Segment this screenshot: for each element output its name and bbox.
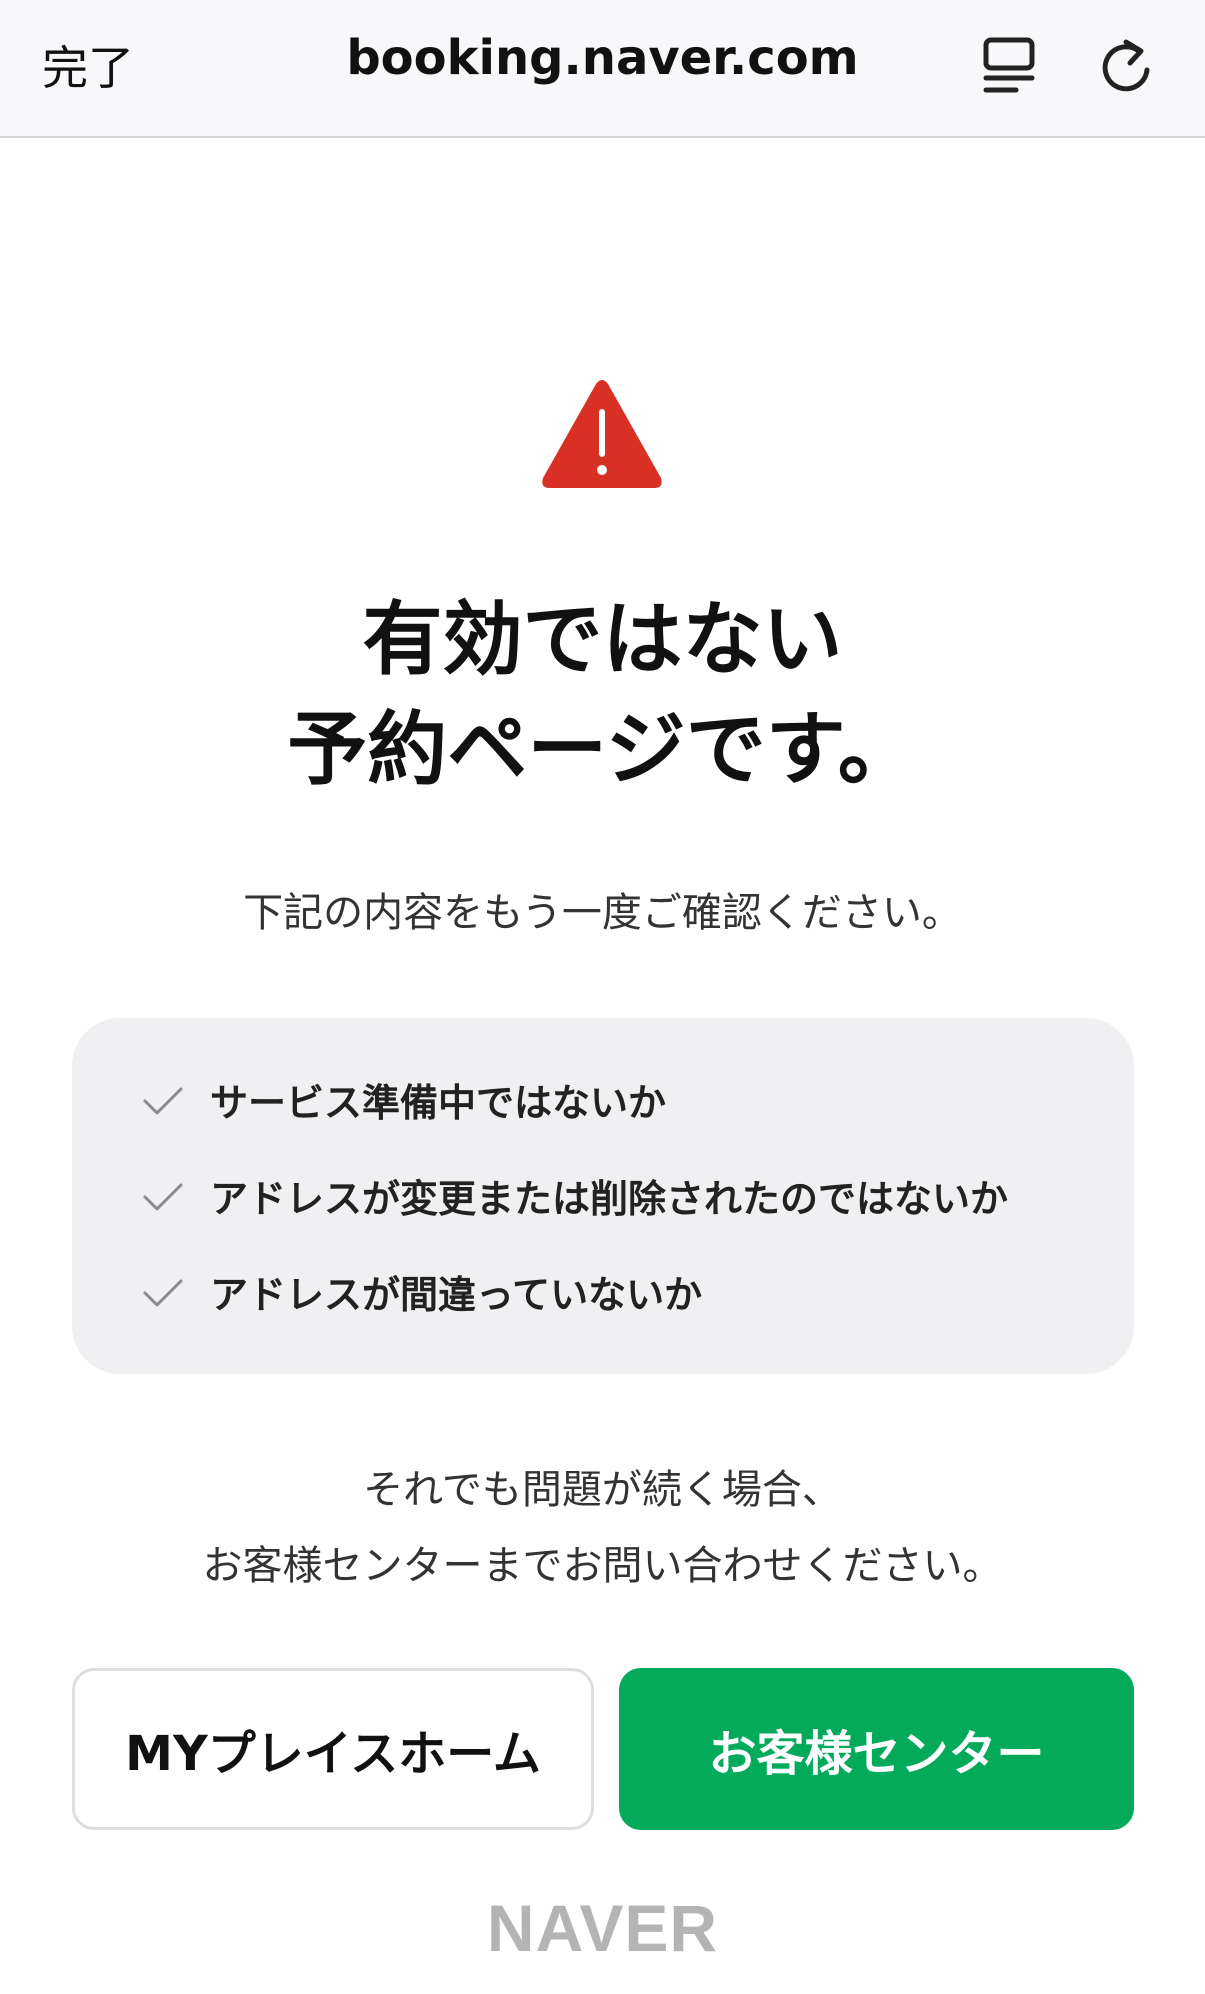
- checklist-item: アドレスが間違っていないか: [72, 1264, 1134, 1360]
- customer-center-button[interactable]: お客様センター: [619, 1668, 1134, 1830]
- contact-message-line-1: それでも問題が続く場合、: [363, 1467, 842, 1513]
- check-icon: [143, 1183, 183, 1211]
- check-icon: [143, 1279, 183, 1307]
- url-title[interactable]: booking.naver.com: [300, 30, 905, 86]
- checklist-item-text: アドレスが間違っていないか: [210, 1273, 703, 1317]
- checklist-item: サービス準備中ではないか: [72, 1072, 1134, 1168]
- contact-message: それでも問題が続く場合、 お客様センターまでお問い合わせください。: [60, 1452, 1145, 1604]
- check-icon: [143, 1087, 183, 1115]
- done-button[interactable]: 完了: [42, 32, 134, 98]
- page-title-line-1: 有効ではない: [362, 593, 843, 686]
- my-place-home-button[interactable]: MYプレイスホーム: [72, 1668, 594, 1830]
- subtitle: 下記の内容をもう一度ご確認ください。: [243, 890, 962, 936]
- checklist-panel: サービス準備中ではないか アドレスが変更または削除されたのではないか アドレスが…: [72, 1018, 1134, 1374]
- contact-message-line-2: お客様センターまでお問い合わせください。: [202, 1543, 1003, 1589]
- warning-triangle-icon: [540, 378, 664, 490]
- checklist-item: アドレスが変更または削除されたのではないか: [72, 1168, 1134, 1264]
- page-title: 有効ではない 予約ページです。: [100, 585, 1105, 805]
- browser-top-bar: 完了 booking.naver.com: [0, 0, 1205, 138]
- page-title-line-2: 予約ページです。: [287, 703, 918, 796]
- reader-view-icon[interactable]: [980, 34, 1040, 96]
- reload-icon[interactable]: [1096, 34, 1156, 96]
- checklist-item-text: サービス準備中ではないか: [210, 1081, 667, 1125]
- naver-logo: NAVER: [486, 1891, 719, 1965]
- checklist-item-text: アドレスが変更または削除されたのではないか: [210, 1177, 1009, 1221]
